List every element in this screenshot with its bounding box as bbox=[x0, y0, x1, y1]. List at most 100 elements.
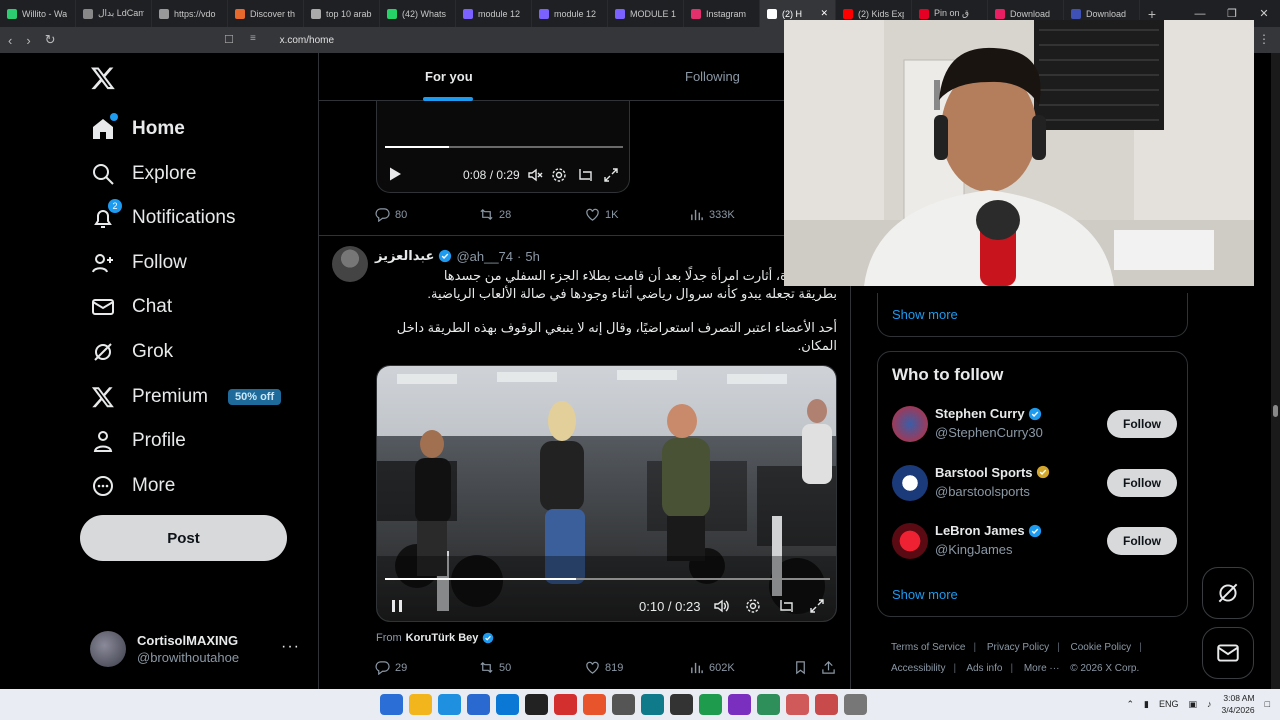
taskbar-gmail-icon[interactable] bbox=[786, 694, 809, 715]
browser-tab[interactable]: Discover th bbox=[228, 0, 304, 27]
taskbar-vscode-icon[interactable] bbox=[728, 694, 751, 715]
taskbar-photos-icon[interactable] bbox=[641, 694, 664, 715]
nav-item-premium[interactable]: Premium 50% off bbox=[90, 377, 282, 417]
footer-link[interactable]: Privacy Policy bbox=[987, 642, 1049, 653]
post-button[interactable]: Post bbox=[80, 515, 287, 561]
follow-button[interactable]: Follow bbox=[1107, 468, 1177, 497]
nav-item-more[interactable]: More bbox=[90, 466, 175, 506]
browser-tab[interactable]: module 12 bbox=[532, 0, 608, 27]
pip-icon[interactable] bbox=[577, 167, 593, 183]
reload-icon[interactable]: ↻ bbox=[45, 32, 56, 48]
browser-tab[interactable]: Willito - Wa bbox=[0, 0, 76, 27]
views-button[interactable]: 333K bbox=[689, 207, 735, 222]
browser-tab[interactable]: Instagram bbox=[684, 0, 760, 27]
footer-link[interactable]: Ads info bbox=[966, 663, 1002, 674]
video-progress[interactable] bbox=[385, 578, 830, 580]
clock[interactable]: 3:08 AM 3/4/2026 bbox=[1221, 692, 1254, 716]
bookmark-icon[interactable]: ☐ bbox=[224, 33, 234, 46]
taskbar-news-icon[interactable] bbox=[554, 694, 577, 715]
like-button[interactable]: 819 bbox=[585, 660, 623, 675]
browser-tab[interactable]: top 10 arab bbox=[304, 0, 380, 27]
follow-button[interactable]: Follow bbox=[1107, 410, 1177, 438]
browser-menu-icon[interactable]: ⋮ bbox=[1258, 32, 1270, 46]
nav-item-chat[interactable]: Chat bbox=[90, 287, 172, 327]
footer-link[interactable]: Cookie Policy bbox=[1071, 642, 1132, 653]
pip-icon[interactable] bbox=[778, 598, 794, 614]
taskbar-excel-icon[interactable] bbox=[699, 694, 722, 715]
nav-item-grok[interactable]: Grok bbox=[90, 332, 173, 372]
reply-button[interactable]: 80 bbox=[375, 207, 407, 222]
taskbar-start-icon[interactable] bbox=[380, 694, 403, 715]
suggested-account[interactable]: Stephen Curry @StephenCurry30 Follow bbox=[892, 404, 1177, 444]
tab-for-you[interactable]: For you bbox=[425, 69, 473, 84]
tweet2-video[interactable]: 0:10 / 0:23 bbox=[376, 365, 837, 622]
taskbar-file-explorer-icon[interactable] bbox=[409, 694, 432, 715]
browser-tab[interactable]: (42) Whats bbox=[380, 0, 456, 27]
more-dots-icon[interactable]: ··· bbox=[281, 638, 300, 656]
browser-tab[interactable]: MODULE 13 bbox=[608, 0, 684, 27]
nav-item-notifications[interactable]: 2 Notifications bbox=[90, 198, 236, 238]
show-more-link[interactable]: Show more bbox=[892, 307, 958, 322]
browser-tab[interactable]: https://vdo bbox=[152, 0, 228, 27]
tweet-author-handle[interactable]: @ah__74 bbox=[456, 249, 513, 264]
reply-button[interactable]: 29 bbox=[375, 660, 407, 675]
browser-tab[interactable]: بدال LdCam bbox=[76, 0, 152, 27]
browser-tab[interactable]: module 12 bbox=[456, 0, 532, 27]
nav-item-profile[interactable]: Profile bbox=[90, 421, 186, 461]
avatar[interactable] bbox=[892, 523, 928, 560]
bookmark-button[interactable] bbox=[793, 660, 808, 675]
repost-button[interactable]: 28 bbox=[479, 207, 511, 222]
taskbar-obs-icon[interactable] bbox=[670, 694, 693, 715]
pause-icon[interactable] bbox=[389, 598, 405, 614]
avatar[interactable] bbox=[892, 406, 928, 442]
taskbar-brave-icon[interactable] bbox=[583, 694, 606, 715]
suggested-account[interactable]: Barstool Sports @barstoolsports Follow bbox=[892, 463, 1177, 503]
forward-icon[interactable]: › bbox=[26, 33, 30, 48]
taskbar-calculator-icon[interactable] bbox=[844, 694, 867, 715]
nav-item-explore[interactable]: Explore bbox=[90, 154, 196, 194]
tweet1-video[interactable]: 0:08 / 0:29 bbox=[376, 101, 630, 193]
taskbar-edge-icon[interactable] bbox=[438, 694, 461, 715]
share-button[interactable] bbox=[821, 660, 836, 675]
messages-float-button[interactable] bbox=[1202, 627, 1254, 679]
fullscreen-icon[interactable] bbox=[603, 167, 619, 183]
settings-gear-icon[interactable] bbox=[745, 598, 761, 614]
taskbar-terminal-icon[interactable] bbox=[525, 694, 548, 715]
taskbar-chrome-icon[interactable] bbox=[612, 694, 635, 715]
taskbar-whatsapp-icon[interactable] bbox=[757, 694, 780, 715]
page-scrollbar[interactable] bbox=[1271, 53, 1280, 689]
language-indicator[interactable]: ENG bbox=[1159, 699, 1179, 709]
network-icon[interactable]: ▣ bbox=[1188, 699, 1197, 710]
account-switcher[interactable]: CortisolMAXING @browithoutahoe ··· bbox=[90, 629, 308, 669]
notification-icon[interactable]: □ bbox=[1265, 699, 1270, 709]
volume-icon[interactable]: ♪ bbox=[1207, 699, 1212, 709]
footer-link[interactable]: Accessibility bbox=[891, 663, 945, 674]
views-button[interactable]: 602K bbox=[689, 660, 735, 675]
close-tab-icon[interactable]: ✕ bbox=[820, 8, 828, 19]
chevron-up-icon[interactable]: ⌃ bbox=[1126, 699, 1134, 710]
grok-float-button[interactable] bbox=[1202, 567, 1254, 619]
play-icon[interactable] bbox=[387, 166, 403, 182]
mute-icon[interactable] bbox=[527, 167, 543, 183]
nav-item-home[interactable]: Home bbox=[90, 109, 185, 149]
avatar[interactable] bbox=[892, 464, 928, 501]
url-field[interactable]: x.com/home bbox=[280, 35, 334, 46]
back-icon[interactable]: ‹ bbox=[8, 33, 12, 48]
fullscreen-icon[interactable] bbox=[809, 598, 825, 614]
tab-following[interactable]: Following bbox=[685, 69, 740, 84]
footer-link[interactable]: Terms of Service bbox=[891, 642, 965, 653]
taskbar-outlook-icon[interactable] bbox=[496, 694, 519, 715]
follow-button[interactable]: Follow bbox=[1107, 527, 1177, 556]
site-info-icon[interactable]: ≡ bbox=[250, 33, 256, 44]
video-progress[interactable] bbox=[385, 146, 623, 148]
suggested-account[interactable]: LeBron James @KingJames Follow bbox=[892, 521, 1177, 561]
video-source-name[interactable]: KoruTürk Bey bbox=[406, 632, 479, 644]
mic-icon[interactable]: ▮ bbox=[1144, 699, 1149, 710]
show-more-link[interactable]: Show more bbox=[892, 587, 958, 602]
avatar[interactable] bbox=[332, 246, 368, 282]
nav-item-follow[interactable]: Follow bbox=[90, 243, 187, 283]
taskbar-app-icon[interactable] bbox=[815, 694, 838, 715]
x-logo-icon[interactable] bbox=[90, 65, 116, 91]
volume-icon[interactable] bbox=[713, 598, 729, 614]
like-button[interactable]: 1K bbox=[585, 207, 618, 222]
